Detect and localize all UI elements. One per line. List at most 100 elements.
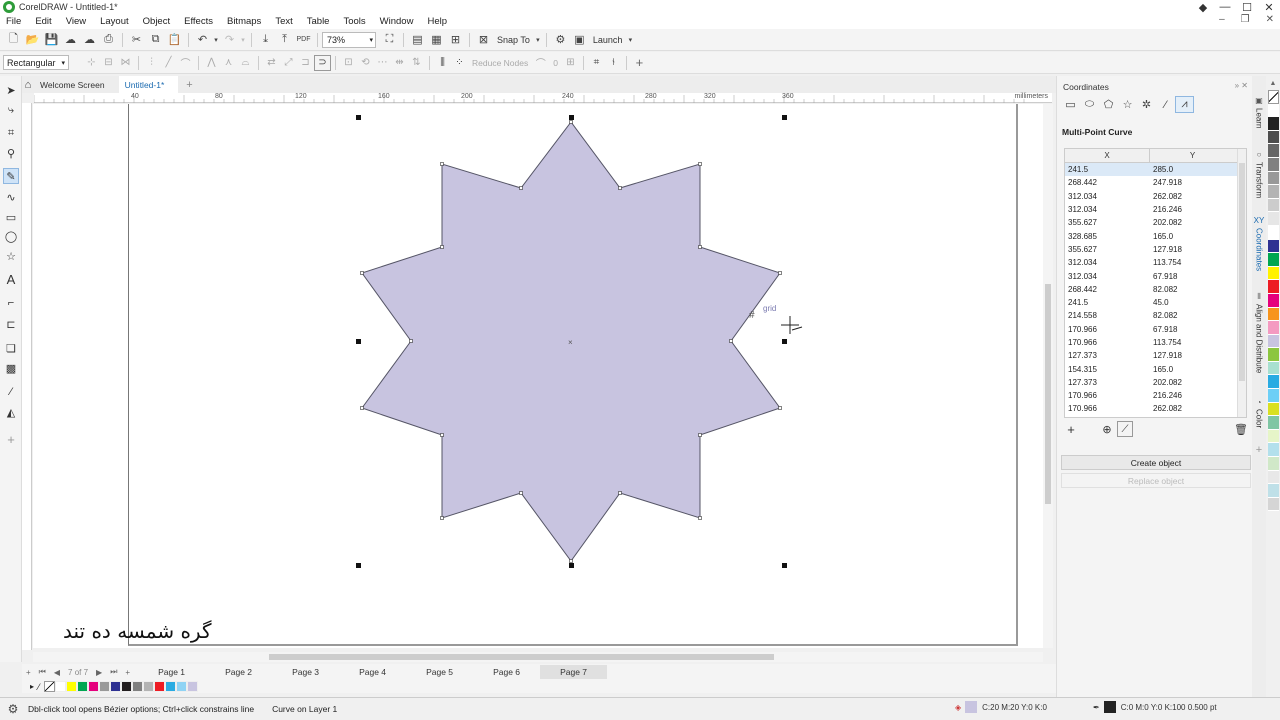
table-row[interactable]: 170.966 262.082 (1065, 402, 1246, 415)
color-swatch[interactable] (186, 681, 198, 692)
tab-color[interactable]: Color (1252, 409, 1266, 433)
color-swatch[interactable] (1267, 402, 1279, 417)
paste-icon[interactable]: 📋 (165, 31, 184, 49)
curve-node[interactable] (698, 162, 702, 166)
add-property-icon[interactable]: + (631, 55, 648, 71)
color-swatch[interactable] (1267, 266, 1279, 281)
color-swatch[interactable] (1267, 484, 1279, 498)
cell-x[interactable]: 127.373 (1065, 378, 1150, 387)
page-tab-6[interactable]: Page 6 (473, 665, 540, 679)
gear-icon[interactable]: ⚙ (551, 31, 570, 49)
palette-scroll-up-icon[interactable]: ▲ (1270, 80, 1277, 90)
color-swatch[interactable] (1267, 280, 1279, 294)
table-row[interactable]: 312.034 67.918 (1065, 269, 1246, 282)
full-screen-preview-icon[interactable]: ⛶ (380, 31, 399, 49)
cell-y[interactable]: 216.246 (1150, 391, 1235, 400)
handle-top-right[interactable] (782, 115, 787, 120)
launch-icon[interactable]: ▣ (570, 31, 589, 49)
extend-curve-icon[interactable]: ⤢ (280, 55, 297, 71)
color-swatch[interactable] (1267, 348, 1279, 362)
doc-restore-icon[interactable]: ❐ (1241, 14, 1250, 25)
table-row[interactable]: 170.966 67.918 (1065, 323, 1246, 336)
curve-node[interactable] (519, 186, 523, 190)
coordinates-scroll-thumb[interactable] (1239, 163, 1245, 381)
table-row[interactable]: 268.442 247.918 (1065, 176, 1246, 189)
node-symmetry-icon[interactable]: ⫮ (605, 55, 622, 71)
selection-mode-select[interactable]: Rectangular ▾ (3, 55, 69, 70)
menu-help[interactable]: Help (427, 16, 447, 27)
open-icon[interactable]: 📂 (23, 31, 42, 49)
cell-x[interactable]: 241.5 (1065, 165, 1150, 174)
horizontal-ruler[interactable]: 40 80 120 160 200 240 280 320 360 millim… (34, 93, 1052, 103)
cell-y[interactable]: 202.082 (1150, 218, 1235, 227)
eyedropper-icon[interactable]: ⁄ (38, 682, 40, 692)
chevron-down-icon[interactable]: ▾ (534, 31, 542, 49)
outline-status[interactable]: ✒ C:0 M:0 Y:0 K:100 0.500 pt (1093, 701, 1217, 713)
menu-window[interactable]: Window (380, 16, 414, 27)
selection-marquee-icon[interactable]: ⌗ (588, 55, 605, 71)
curve-node[interactable] (569, 120, 573, 124)
tab-welcome-screen[interactable]: Welcome Screen (34, 76, 119, 93)
smooth-node-icon[interactable]: ⋏ (220, 55, 237, 71)
page-tab-2[interactable]: Page 2 (205, 665, 272, 679)
page-tab-7[interactable]: Page 7 (540, 665, 608, 679)
redo-icon[interactable]: ↷ (220, 31, 239, 49)
stretch-nodes-icon[interactable]: ⊡ (340, 55, 357, 71)
table-row[interactable]: 241.5 285.0 (1065, 163, 1246, 177)
no-color-swatch[interactable] (1267, 90, 1279, 104)
color-swatch[interactable] (1267, 130, 1279, 145)
cloud-open-icon[interactable]: ☁ (61, 31, 80, 49)
cell-y[interactable]: 113.754 (1150, 338, 1235, 347)
color-swatch[interactable] (1267, 157, 1279, 172)
cell-y[interactable]: 247.918 (1150, 178, 1235, 187)
pick-tool-icon[interactable]: ➤ (3, 82, 19, 98)
cloud-save-icon[interactable]: ☁ (80, 31, 99, 49)
cell-y[interactable]: 202.082 (1150, 378, 1235, 387)
add-docker-icon[interactable]: + (1253, 444, 1265, 456)
color-swatch[interactable] (1267, 375, 1279, 390)
color-swatch[interactable] (1267, 185, 1279, 199)
redo-dropdown-icon[interactable]: ▾ (239, 31, 247, 49)
cell-x[interactable]: 214.558 (1065, 311, 1150, 320)
color-swatch[interactable] (1267, 497, 1279, 512)
curve-node[interactable] (698, 245, 702, 249)
cusp-node-icon[interactable]: ⋀ (203, 55, 220, 71)
create-object-button[interactable]: Create object (1061, 455, 1251, 470)
freehand-tool-icon[interactable]: ✎ (3, 168, 19, 184)
cell-x[interactable]: 328.685 (1065, 232, 1150, 241)
snap-off-icon[interactable]: ⊠ (474, 31, 493, 49)
color-swatch[interactable] (65, 681, 77, 692)
cell-y[interactable]: 165.0 (1150, 232, 1235, 241)
color-swatch[interactable] (1267, 470, 1279, 485)
curve-node[interactable] (360, 271, 364, 275)
eyedropper-icon[interactable]: ⁄ (3, 384, 19, 400)
launch-dropdown[interactable]: Launch (593, 35, 623, 45)
symmetrical-node-icon[interactable]: ⌓ (237, 55, 254, 71)
add-page-after-icon[interactable]: + (125, 668, 130, 677)
tab-coordinates[interactable]: Coordinates (1252, 228, 1266, 280)
vertical-scroll-thumb[interactable] (1045, 284, 1051, 504)
smoothness-slider-icon[interactable]: ⊞ (562, 55, 579, 71)
cell-x[interactable]: 154.315 (1065, 365, 1150, 374)
cell-y[interactable]: 45.0 (1150, 298, 1235, 307)
tab-learn[interactable]: Learn (1252, 108, 1266, 132)
table-row[interactable]: 154.315 165.0 (1065, 362, 1246, 375)
page-tab-5[interactable]: Page 5 (406, 665, 473, 679)
color-swatch[interactable] (1267, 239, 1279, 254)
tab-align-distribute[interactable]: Align and Distribute (1252, 304, 1266, 382)
cell-y[interactable]: 67.918 (1150, 272, 1235, 281)
minimize-button[interactable]: — (1214, 0, 1236, 14)
menu-view[interactable]: View (66, 16, 86, 27)
cell-y[interactable]: 127.918 (1150, 245, 1235, 254)
save-icon[interactable]: 💾 (42, 31, 61, 49)
multipoint-curve-icon[interactable]: ⩘ (1175, 96, 1194, 113)
add-point-icon[interactable]: + (1063, 421, 1079, 437)
fill-status[interactable]: ◈ C:20 M:20 Y:0 K:0 (955, 701, 1047, 713)
vertical-ruler[interactable] (22, 103, 32, 650)
table-row[interactable]: 355.627 127.918 (1065, 243, 1246, 256)
print-icon[interactable]: ⎙ (99, 31, 118, 49)
curve-smoothness-icon[interactable]: ⌒ (532, 55, 549, 71)
color-swatch[interactable] (1267, 389, 1279, 403)
show-grid-icon[interactable]: ▦ (427, 31, 446, 49)
handle-middle-right[interactable] (782, 339, 787, 344)
